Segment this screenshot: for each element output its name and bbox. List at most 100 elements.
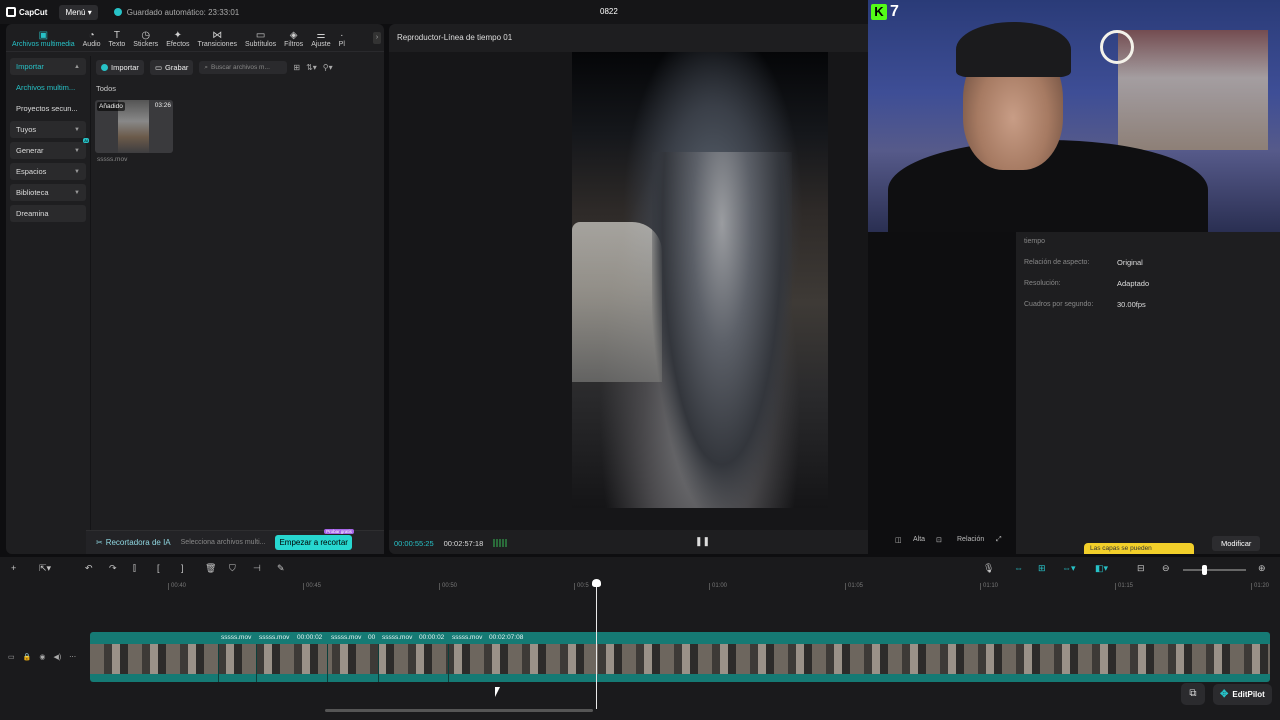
modify-button[interactable]: Modificar [1212, 536, 1261, 551]
tab-media[interactable]: ▣ Archivos multimedia [8, 30, 79, 51]
zoom-slider[interactable] [1183, 569, 1246, 571]
playhead[interactable] [596, 581, 597, 709]
player-canvas[interactable] [389, 52, 868, 530]
tab-filters[interactable]: ◈ Filtros [280, 30, 307, 51]
timeline-ruler[interactable]: 00:40 00:45 00:50 00:5 01:00 01:05 01:10… [90, 581, 1280, 595]
marker-icon[interactable]: ⛉ [229, 563, 236, 574]
subtitles-icon: ▭ [255, 30, 266, 41]
track-cover-icon[interactable]: ▭ [8, 653, 15, 661]
transitions-icon: ⋈ [212, 30, 223, 41]
sort-icon[interactable]: ⇅▾ [306, 63, 317, 72]
sidebar-item-library[interactable]: Biblioteca ▼ [10, 184, 86, 201]
record-button[interactable]: ▭ Grabar [149, 60, 194, 75]
total-time: 00:02:57:18 [443, 538, 484, 548]
sidebar-item-spaces[interactable]: Espacios ▼ [10, 163, 86, 180]
magnet-icon[interactable]: ⊞ [1038, 563, 1046, 574]
volume-icon[interactable]: ◀) [53, 653, 61, 661]
start-trim-label: Empezar a recortar [279, 538, 348, 547]
zoom-in-icon[interactable]: ⊕ [1258, 563, 1266, 574]
tab-label: Ajuste [311, 41, 331, 48]
undo-icon[interactable]: ↶ [85, 563, 93, 574]
playhead-handle[interactable] [592, 579, 601, 587]
ai-trimmer-title: ✂ Recortadora de IA [96, 538, 171, 547]
quality-button[interactable]: Alta [913, 536, 925, 543]
prop-value-fps[interactable]: 30.00fps [1117, 300, 1146, 309]
trim-left-icon[interactable]: [ [157, 563, 160, 573]
tab-effects[interactable]: ✦ Efectos [162, 30, 193, 51]
media-clip-thumbnail[interactable]: Añadido 03:26 [95, 100, 173, 153]
player-controls: 00:00:55:25 00:02:57:18 ❚❚ ◫ Alta ⊡ Rela… [389, 532, 1002, 554]
pause-icon[interactable]: ❚❚ [695, 536, 710, 547]
tab-label: Archivos multimedia [12, 41, 75, 48]
fullscreen-icon[interactable]: ⤢ [996, 536, 1002, 544]
crop-icon[interactable]: ◫ [895, 536, 902, 544]
tab-audio[interactable]: ◔ Audio [79, 30, 105, 51]
clip-label: sssss.mov [221, 634, 252, 641]
zoom-slider-handle[interactable] [1202, 565, 1207, 575]
sidebar-item-generate[interactable]: Generar ▼ AI [10, 138, 89, 159]
import-button[interactable]: Importar [96, 60, 144, 75]
link-clips-icon[interactable]: ⇔ [1014, 563, 1023, 573]
redo-icon[interactable]: ↷ [109, 563, 117, 574]
editpilot-button[interactable]: ✥ EditPilot [1213, 683, 1272, 705]
track-frames [90, 644, 1270, 674]
preview-axis-icon[interactable]: ◧▾ [1095, 563, 1108, 574]
lock-icon[interactable]: 🔒 [23, 653, 32, 661]
eye-icon[interactable]: ◉ [39, 653, 45, 661]
snap-icon[interactable]: ⇔▾ [1062, 563, 1076, 574]
search-icon: ⌕ [204, 63, 209, 71]
more-icon[interactable]: ⋯ [69, 653, 76, 661]
chevron-right-icon[interactable]: › [373, 32, 381, 44]
clip-label: sssss.mov [331, 634, 362, 641]
caption-icon[interactable]: ⊟ [1137, 563, 1145, 574]
sidebar-item-media-files[interactable]: Archivos multim... [10, 79, 86, 96]
grid-view-icon[interactable]: ⊞ [293, 63, 300, 72]
tab-text[interactable]: T Texto [105, 30, 130, 51]
video-track[interactable]: sssss.mov sssss.mov 00:00:02 sssss.mov 0… [90, 632, 1270, 682]
added-badge: Añadido [97, 102, 125, 111]
tab-plugins[interactable]: · Pl [335, 30, 349, 51]
freeze-icon[interactable]: ⊣ [253, 563, 261, 574]
tab-label: Filtros [284, 41, 304, 48]
trim-right-icon[interactable]: ] [181, 563, 184, 573]
zoom-out-icon[interactable]: ⊖ [1162, 563, 1170, 574]
delete-icon[interactable]: 🗑 [205, 563, 216, 574]
ai-badge: AI [83, 138, 89, 143]
timeline-scrollbar[interactable] [325, 709, 593, 712]
ai-hint: Selecciona archivos multi... [180, 539, 266, 546]
microphone-icon[interactable]: 🎙 [983, 563, 994, 574]
focus-icon[interactable]: ⊡ [936, 536, 942, 544]
sidebar-item-yours[interactable]: Tuyos ▼ [10, 121, 86, 138]
menu-button[interactable]: Menú ▾ [59, 4, 98, 20]
feedback-icon[interactable]: ⧉ [1181, 683, 1205, 705]
tab-stickers[interactable]: ◷ Stickers [129, 30, 162, 51]
plugin-icon: · [340, 30, 344, 41]
sidebar-item-dreamina[interactable]: Dreamina [10, 205, 86, 222]
cloud-save-icon [113, 8, 122, 16]
sidebar-item-import[interactable]: Importar ▲ [10, 58, 86, 75]
tab-transitions[interactable]: ⋈ Transiciones [194, 30, 241, 51]
kick-viewer-count: K7 [871, 3, 899, 21]
camera-icon: ▭ [154, 63, 163, 72]
split-icon[interactable]: ⫿ [133, 563, 136, 574]
prop-value-aspect[interactable]: Original [1117, 258, 1143, 267]
media-actions: Importar ▭ Grabar ⌕ Buscar archivos m... ⊞… [96, 60, 333, 75]
sidebar-item-label: Proyectos secun... [16, 104, 78, 113]
project-title[interactable]: 0822 [600, 7, 618, 16]
aspect-ratio-button[interactable]: Relación [957, 536, 984, 543]
editpilot-icon: ✥ [1220, 688, 1229, 700]
add-icon[interactable]: + [11, 563, 16, 573]
search-input[interactable]: ⌕ Buscar archivos m... [199, 61, 288, 74]
sidebar-item-secondary-projects[interactable]: Proyectos secun... [10, 100, 86, 117]
tab-subtitles[interactable]: ▭ Subtítulos [241, 30, 280, 51]
prop-label-aspect: Relación de aspecto: [1024, 259, 1090, 266]
select-tool-icon[interactable]: ⇱▾ [39, 563, 51, 574]
sticker-icon: ◷ [141, 30, 151, 41]
edit-icon[interactable]: ✎ [277, 563, 285, 574]
mouse-cursor-icon [495, 687, 500, 697]
filter-icon[interactable]: ⚲▾ [323, 63, 333, 72]
start-trim-button[interactable]: Empezar a recortar Probar gratis [275, 529, 354, 550]
prop-value-resolution[interactable]: Adaptado [1117, 279, 1149, 288]
tab-adjust[interactable]: ⚌ Ajuste [307, 30, 334, 51]
plus-circle-icon [101, 64, 108, 71]
